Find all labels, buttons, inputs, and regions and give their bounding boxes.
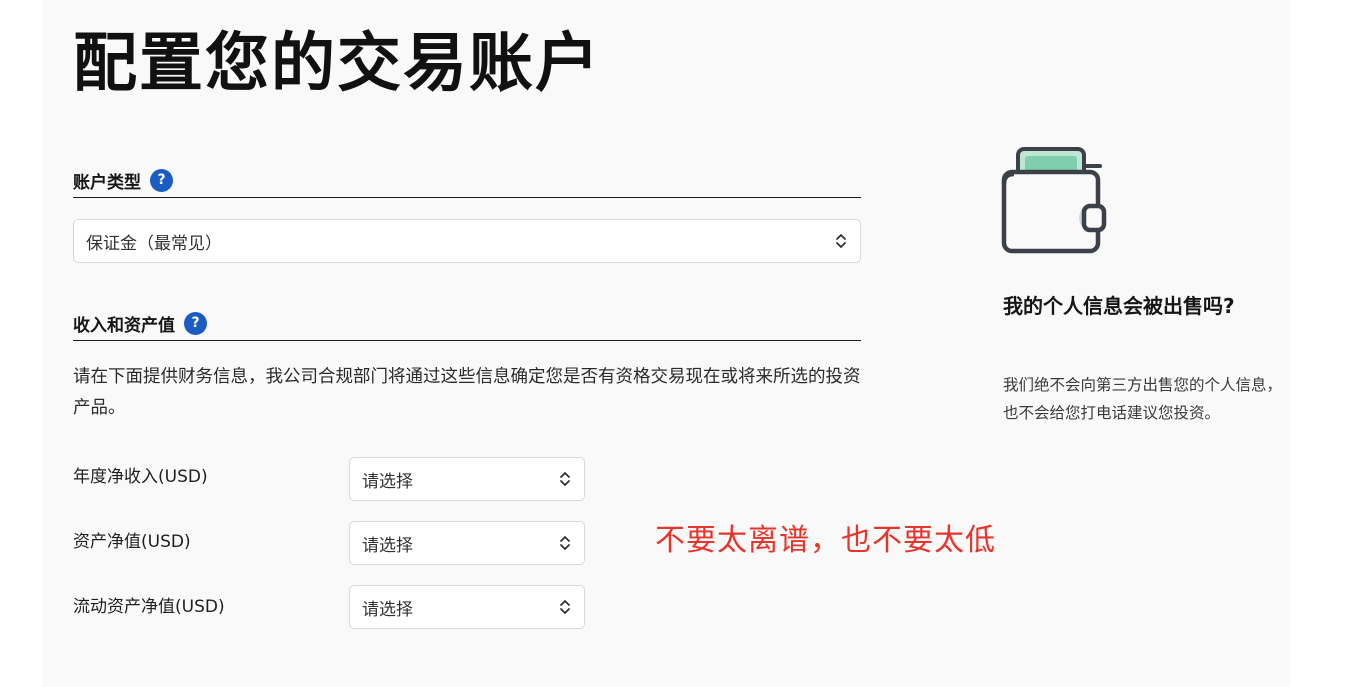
net-worth-select[interactable]: 请选择 — [349, 521, 585, 565]
annual-net-income-select[interactable]: 请选择 — [349, 457, 585, 501]
wallet-icon — [998, 144, 1110, 259]
chevron-updown-icon — [558, 470, 572, 488]
net-worth-select-value: 请选择 — [362, 535, 413, 556]
account-type-label: 账户类型 — [73, 172, 141, 193]
chevron-updown-icon — [558, 598, 572, 616]
account-type-heading: 账户类型 ? — [73, 163, 861, 198]
help-icon[interactable]: ? — [150, 168, 173, 192]
sidebar-text: 我们绝不会向第三方出售您的个人信息，也不会给您打电话建议您投资。 — [1003, 376, 1283, 422]
annual-net-income-label: 年度净收入(USD) — [73, 467, 208, 487]
liquid-net-worth-label: 流动资产净值(USD) — [73, 597, 225, 617]
chevron-updown-icon — [834, 232, 848, 250]
income-assets-label: 收入和资产值 — [73, 315, 175, 336]
liquid-net-worth-select[interactable]: 请选择 — [349, 585, 585, 629]
account-type-select[interactable]: 保证金（最常见） — [73, 219, 861, 263]
chevron-updown-icon — [558, 534, 572, 552]
annual-net-income-select-value: 请选择 — [362, 471, 413, 492]
account-type-select-value: 保证金（最常见） — [86, 233, 222, 254]
annotation-text: 不要太离谱，也不要太低 — [655, 523, 996, 558]
sidebar-title: 我的个人信息会被出售吗? — [1003, 294, 1235, 318]
page-title: 配置您的交易账户 — [73, 27, 601, 101]
help-icon[interactable]: ? — [184, 311, 207, 335]
net-worth-label: 资产净值(USD) — [73, 532, 191, 552]
income-assets-description: 请在下面提供财务信息，我公司合规部门将通过这些信息确定您是否有资格交易现在或将来… — [73, 367, 861, 418]
liquid-net-worth-select-value: 请选择 — [362, 599, 413, 620]
income-assets-heading: 收入和资产值 ? — [73, 306, 861, 341]
